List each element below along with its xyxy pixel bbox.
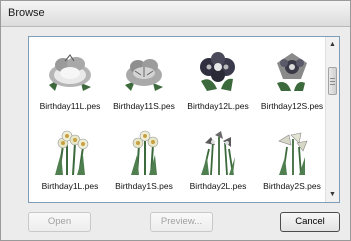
file-tile-birthday11l[interactable]: Birthday11L.pes (33, 40, 107, 120)
file-name: Birthday1S.pes (115, 181, 173, 191)
grip-line (330, 78, 335, 79)
file-name: Birthday2S.pes (263, 181, 321, 191)
thumbnail-list[interactable]: Birthday11L.pes Birthday11S.pes Birthday… (28, 36, 340, 203)
file-tile-birthday12s[interactable]: Birthday12S.pes (255, 40, 329, 120)
file-tile-birthday2s[interactable]: Birthday2S.pes (255, 120, 329, 200)
vertical-scrollbar[interactable]: ▲ ▼ (325, 37, 339, 202)
window-title: Browse (8, 7, 45, 19)
title-bar[interactable]: Browse (1, 1, 350, 27)
browse-dialog: Browse Birthday11L.pes Birthday11S.pes B… (0, 0, 351, 241)
file-tile-birthday11s[interactable]: Birthday11S.pes (107, 40, 181, 120)
grip-line (330, 84, 335, 85)
orchid-embroidery-icon (277, 53, 307, 91)
iris-embroidery-icon (201, 131, 235, 176)
file-name: Birthday11S.pes (113, 101, 175, 111)
file-tile-birthday2l[interactable]: Birthday2L.pes (181, 120, 255, 200)
file-tile-birthday12l[interactable]: Birthday12L.pes (181, 40, 255, 120)
file-name: Birthday12S.pes (260, 101, 324, 111)
open-button[interactable]: Open (28, 212, 91, 232)
grip-line (330, 81, 335, 82)
chrysanthemum-embroidery-icon (49, 54, 91, 91)
iris-embroidery-icon (278, 132, 308, 176)
scroll-down-arrow-icon[interactable]: ▼ (326, 188, 339, 201)
chrysanthemum-embroidery-icon (125, 59, 163, 91)
daffodil-embroidery-icon (55, 130, 89, 176)
file-name: Birthday2L.pes (189, 181, 247, 191)
preview-button[interactable]: Preview... (150, 212, 213, 232)
file-name: Birthday11L.pes (39, 101, 101, 111)
scrollbar-thumb[interactable] (328, 67, 337, 95)
file-name: Birthday1L.pes (41, 181, 99, 191)
thumbnail-grid: Birthday11L.pes Birthday11S.pes Birthday… (29, 37, 325, 202)
orchid-embroidery-icon (200, 52, 235, 91)
scroll-up-arrow-icon[interactable]: ▲ (326, 38, 339, 51)
cancel-button[interactable]: Cancel (280, 212, 340, 232)
file-tile-birthday1s[interactable]: Birthday1S.pes (107, 120, 181, 200)
daffodil-embroidery-icon (131, 130, 159, 176)
file-tile-birthday1l[interactable]: Birthday1L.pes (33, 120, 107, 200)
file-name: Birthday12L.pes (187, 101, 249, 111)
